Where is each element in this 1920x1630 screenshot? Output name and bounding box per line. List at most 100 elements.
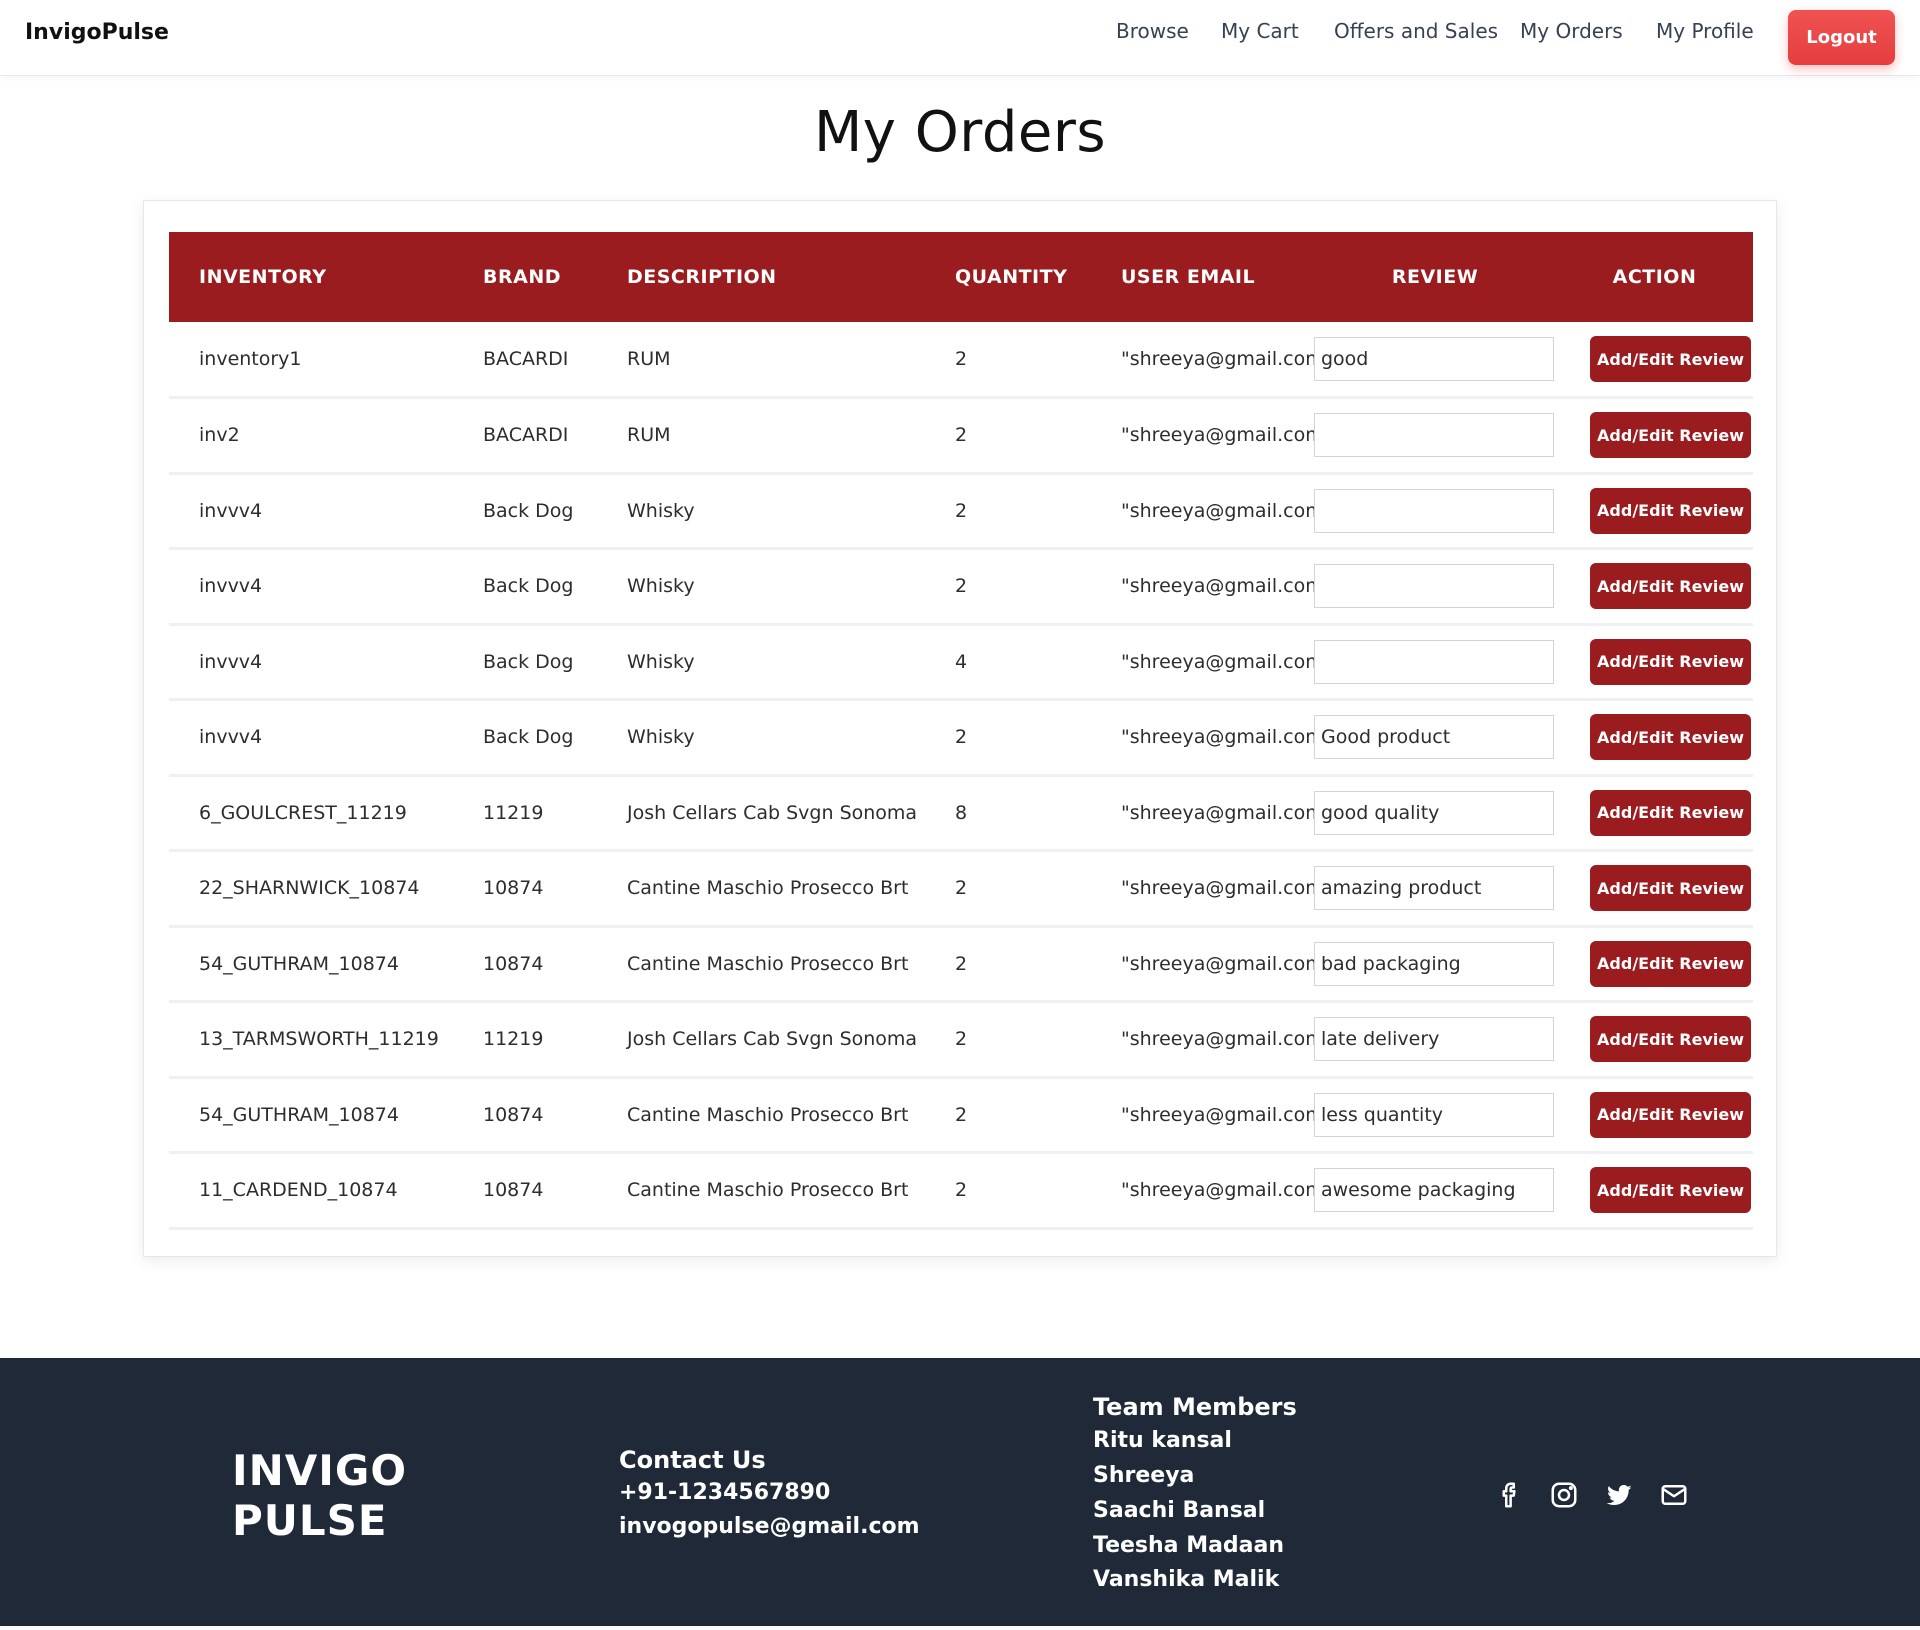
review-input[interactable]	[1314, 1017, 1554, 1062]
add-edit-review-button[interactable]: Add/Edit Review	[1590, 940, 1751, 987]
cell-brand: 11219	[483, 801, 544, 824]
add-edit-review-button[interactable]: Add/Edit Review	[1590, 336, 1751, 382]
add-edit-review-button[interactable]: Add/Edit Review	[1590, 1091, 1751, 1138]
cell-brand: 10874	[483, 952, 544, 975]
table-header-row: INVENTORY BRAND DESCRIPTION QUANTITY USE…	[169, 232, 1753, 322]
cell-review	[1314, 1077, 1556, 1153]
cell-review	[1314, 473, 1556, 549]
cell-inventory: 11_CARDEND_10874	[199, 1179, 398, 1202]
navbar: InvigoPulse Browse My Cart Offers and Sa…	[0, 0, 1920, 76]
instagram-icon[interactable]	[1549, 1480, 1579, 1510]
review-input[interactable]	[1314, 1168, 1554, 1213]
review-input[interactable]	[1314, 941, 1554, 986]
nav-link-browse[interactable]: Browse	[1116, 19, 1189, 43]
cell-brand: Back Dog	[483, 726, 574, 749]
cell-description: Cantine Maschio Prosecco Brt	[627, 952, 909, 975]
cell-inventory: 54_GUTHRAM_10874	[199, 1103, 399, 1126]
cell-description: Josh Cellars Cab Svgn Sonoma	[627, 1028, 918, 1051]
team-member: Ritu kansal	[1093, 1428, 1232, 1453]
cell-action: Add/Edit Review	[1556, 700, 1753, 776]
cell-description: Cantine Maschio Prosecco Brt	[627, 1179, 909, 1202]
header-action: ACTION	[1612, 266, 1697, 288]
add-edit-review-button[interactable]: Add/Edit Review	[1590, 1167, 1751, 1214]
add-edit-review-button[interactable]: Add/Edit Review	[1590, 789, 1751, 836]
contact-email[interactable]: invogopulse@gmail.com	[619, 1514, 920, 1539]
table-row: 22_SHARNWICK_10874 10874 Cantine Maschio P…	[169, 851, 1753, 927]
table-row: invvv4 Back Dog Whisky 2 "shreeya@gmail.com"…	[169, 473, 1753, 549]
header-user-email: USER EMAIL	[1121, 266, 1256, 288]
cell-brand: Back Dog	[483, 499, 574, 522]
logout-button[interactable]: Logout	[1788, 10, 1895, 65]
cell-review	[1314, 1153, 1556, 1229]
team-member: Teesha Madaan	[1093, 1533, 1285, 1558]
cell-quantity: 2	[955, 1028, 968, 1051]
header-inventory: INVENTORY	[199, 266, 327, 288]
add-edit-review-button[interactable]: Add/Edit Review	[1590, 563, 1751, 610]
cell-review	[1314, 851, 1556, 927]
review-input[interactable]	[1314, 1092, 1554, 1137]
nav-link-my-orders[interactable]: My Orders	[1520, 19, 1623, 43]
table-row: invvv4 Back Dog Whisky 2 "shreeya@gmail.com"…	[169, 549, 1753, 625]
add-edit-review-button[interactable]: Add/Edit Review	[1590, 1016, 1751, 1063]
review-input[interactable]	[1314, 413, 1554, 458]
cell-user-email: "shreeya@gmail.com"	[1121, 801, 1314, 824]
header-review: REVIEW	[1391, 266, 1479, 288]
cell-user-email: "shreeya@gmail.com"	[1121, 726, 1314, 749]
table-row: invvv4 Back Dog Whisky 4 "shreeya@gmail.com"…	[169, 624, 1753, 700]
review-input[interactable]	[1314, 488, 1554, 533]
add-edit-review-button[interactable]: Add/Edit Review	[1590, 865, 1751, 912]
footer-logo-line2: PULSE	[232, 1496, 388, 1545]
cell-user-email: "shreeya@gmail.com"	[1121, 952, 1314, 975]
cell-inventory: 6_GOULCREST_11219	[199, 801, 407, 824]
review-input[interactable]	[1314, 337, 1554, 381]
brand-logo[interactable]: InvigoPulse	[25, 20, 169, 45]
review-input[interactable]	[1314, 639, 1554, 684]
cell-description: RUM	[627, 424, 671, 447]
cell-user-email: "shreeya@gmail.com"	[1121, 499, 1314, 522]
add-edit-review-button[interactable]: Add/Edit Review	[1590, 487, 1751, 534]
cell-inventory: 22_SHARNWICK_10874	[199, 877, 420, 900]
cell-brand: Back Dog	[483, 575, 574, 598]
cell-quantity: 2	[955, 1103, 968, 1126]
cell-action: Add/Edit Review	[1556, 473, 1753, 549]
facebook-icon[interactable]	[1495, 1480, 1525, 1510]
team-member: Saachi Bansal	[1093, 1498, 1266, 1523]
cell-action: Add/Edit Review	[1556, 549, 1753, 625]
cell-quantity: 2	[955, 348, 968, 370]
header-brand: BRAND	[483, 266, 561, 288]
review-input[interactable]	[1314, 715, 1554, 760]
cell-user-email: "shreeya@gmail.com"	[1121, 1103, 1314, 1126]
add-edit-review-button[interactable]: Add/Edit Review	[1590, 714, 1751, 761]
cell-brand: 10874	[483, 877, 544, 900]
twitter-icon[interactable]	[1604, 1480, 1634, 1510]
cell-inventory: invvv4	[199, 499, 263, 522]
cell-brand: 10874	[483, 1103, 544, 1126]
footer-logo: INVIGO PULSE	[232, 1446, 407, 1546]
add-edit-review-button[interactable]: Add/Edit Review	[1590, 638, 1751, 685]
contact-phone: +91-1234567890	[619, 1480, 831, 1505]
cell-quantity: 2	[955, 1179, 968, 1202]
review-input[interactable]	[1314, 790, 1554, 835]
cell-review	[1314, 624, 1556, 700]
page-title: My Orders	[813, 100, 1107, 165]
cell-description: Cantine Maschio Prosecco Brt	[627, 1103, 909, 1126]
cell-review	[1314, 549, 1556, 625]
mail-icon[interactable]	[1659, 1480, 1689, 1510]
cell-quantity: 8	[955, 801, 968, 824]
table-row: inventory1 BACARDI RUM 2 "shreeya@gmail.com"…	[169, 322, 1753, 398]
cell-inventory: 13_TARMSWORTH_11219	[199, 1028, 439, 1051]
review-input[interactable]	[1314, 866, 1554, 911]
contact-heading: Contact Us	[619, 1446, 766, 1474]
nav-link-offers-and-sales[interactable]: Offers and Sales	[1334, 19, 1498, 43]
orders-table: INVENTORY BRAND DESCRIPTION QUANTITY USE…	[169, 232, 1753, 1230]
cell-action: Add/Edit Review	[1556, 624, 1753, 700]
review-input[interactable]	[1314, 564, 1554, 609]
add-edit-review-button[interactable]: Add/Edit Review	[1590, 412, 1751, 459]
nav-link-my-cart[interactable]: My Cart	[1221, 19, 1299, 43]
team-member: Vanshika Malik	[1093, 1567, 1280, 1592]
cell-description: Josh Cellars Cab Svgn Sonoma	[627, 801, 918, 824]
cell-action: Add/Edit Review	[1556, 398, 1753, 474]
cell-brand: 10874	[483, 1179, 544, 1202]
nav-link-my-profile[interactable]: My Profile	[1656, 19, 1754, 43]
cell-brand: Back Dog	[483, 650, 574, 673]
